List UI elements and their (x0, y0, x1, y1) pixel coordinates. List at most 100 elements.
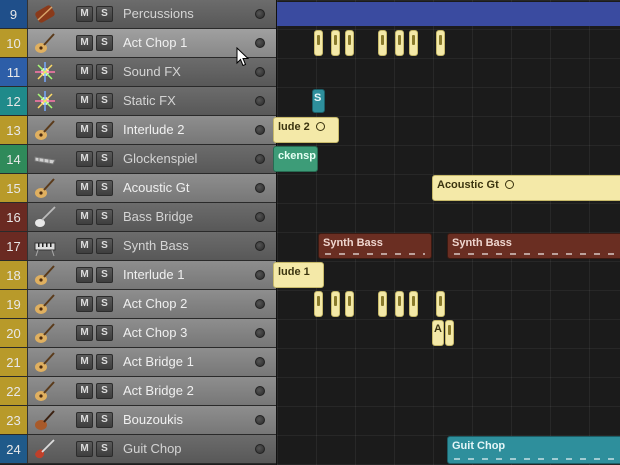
track-row[interactable]: 21 M S Act Bridge 1 (0, 348, 276, 377)
region-static-fx[interactable]: S (312, 89, 325, 113)
mute-button[interactable]: M (76, 383, 93, 399)
track-name[interactable]: Interlude 2 (123, 116, 184, 144)
region-percussions[interactable] (277, 2, 620, 26)
mute-button[interactable]: M (76, 93, 93, 109)
solo-button[interactable]: S (96, 441, 113, 457)
solo-button[interactable]: S (96, 151, 113, 167)
solo-button[interactable]: S (96, 325, 113, 341)
region-guit-chop[interactable]: Guit Chop (447, 436, 620, 464)
chop2-region[interactable] (395, 291, 404, 317)
track-row[interactable]: 20 M S Act Chop 3 (0, 319, 276, 348)
mute-button[interactable]: M (76, 325, 93, 341)
mute-button[interactable]: M (76, 354, 93, 370)
mute-button[interactable]: M (76, 209, 93, 225)
record-enable-button[interactable] (255, 154, 265, 164)
mute-button[interactable]: M (76, 64, 93, 80)
record-enable-button[interactable] (255, 270, 265, 280)
solo-button[interactable]: S (96, 267, 113, 283)
record-enable-button[interactable] (255, 241, 265, 251)
mute-button[interactable]: M (76, 6, 93, 22)
chop1-region[interactable] (314, 30, 323, 56)
record-enable-button[interactable] (255, 328, 265, 338)
chop1-region[interactable] (409, 30, 418, 56)
solo-button[interactable]: S (96, 6, 113, 22)
record-enable-button[interactable] (255, 38, 265, 48)
chop2-region[interactable] (378, 291, 387, 317)
record-enable-button[interactable] (255, 9, 265, 19)
chop1-region[interactable] (436, 30, 445, 56)
chop1-region[interactable] (331, 30, 340, 56)
track-name[interactable]: Act Chop 3 (123, 319, 187, 347)
chop1-region[interactable] (378, 30, 387, 56)
record-enable-button[interactable] (255, 386, 265, 396)
region-act-chop-3-a[interactable]: A (432, 320, 444, 346)
track-row[interactable]: 12 M S Static FX (0, 87, 276, 116)
mute-button[interactable]: M (76, 441, 93, 457)
record-enable-button[interactable] (255, 444, 265, 454)
track-name[interactable]: Glockenspiel (123, 145, 197, 173)
mute-button[interactable]: M (76, 122, 93, 138)
solo-button[interactable]: S (96, 64, 113, 80)
track-name[interactable]: Sound FX (123, 58, 181, 86)
chop2-region[interactable] (409, 291, 418, 317)
solo-button[interactable]: S (96, 180, 113, 196)
record-enable-button[interactable] (255, 415, 265, 425)
record-enable-button[interactable] (255, 212, 265, 222)
solo-button[interactable]: S (96, 238, 113, 254)
track-row[interactable]: 22 M S Act Bridge 2 (0, 377, 276, 406)
track-row[interactable]: 17 M S Synth Bass (0, 232, 276, 261)
track-name[interactable]: Synth Bass (123, 232, 189, 260)
solo-button[interactable]: S (96, 35, 113, 51)
track-name[interactable]: Static FX (123, 87, 176, 115)
track-row[interactable]: 15 M S Acoustic Gt (0, 174, 276, 203)
region-interlude-2[interactable]: lude 2 (273, 117, 339, 143)
track-name[interactable]: Act Bridge 1 (123, 348, 194, 376)
solo-button[interactable]: S (96, 354, 113, 370)
region-interlude-1[interactable]: lude 1 (273, 262, 324, 288)
track-name[interactable]: Interlude 1 (123, 261, 184, 289)
record-enable-button[interactable] (255, 125, 265, 135)
solo-button[interactable]: S (96, 383, 113, 399)
track-row[interactable]: 24 M S Guit Chop (0, 435, 276, 464)
track-row[interactable]: 16 M S Bass Bridge (0, 203, 276, 232)
region-glockenspiel[interactable]: ckensp (273, 146, 318, 172)
mute-button[interactable]: M (76, 296, 93, 312)
mute-button[interactable]: M (76, 412, 93, 428)
chop2-region[interactable] (331, 291, 340, 317)
chop2-region[interactable] (314, 291, 323, 317)
region-acoustic-gt[interactable]: Acoustic Gt (432, 175, 620, 201)
track-row[interactable]: 14 M S Glockenspiel (0, 145, 276, 174)
solo-button[interactable]: S (96, 296, 113, 312)
region-synth-bass-2[interactable]: Synth Bass (447, 233, 620, 259)
chop1-region[interactable] (345, 30, 354, 56)
solo-button[interactable]: S (96, 93, 113, 109)
region-synth-bass-1[interactable]: Synth Bass (318, 233, 432, 259)
track-name[interactable]: Bouzoukis (123, 406, 183, 434)
arrange-area[interactable]: S lude 2 ckensp Acoustic Gt Synth Bass S… (273, 0, 620, 465)
track-name[interactable]: Act Chop 1 (123, 29, 187, 57)
track-row[interactable]: 10 M S Act Chop 1 (0, 29, 276, 58)
track-row[interactable]: 13 M S Interlude 2 (0, 116, 276, 145)
chop2-region[interactable] (436, 291, 445, 317)
mute-button[interactable]: M (76, 151, 93, 167)
track-name[interactable]: Bass Bridge (123, 203, 193, 231)
record-enable-button[interactable] (255, 67, 265, 77)
chop1-region[interactable] (395, 30, 404, 56)
track-row[interactable]: 9 M S Percussions (0, 0, 276, 29)
region-act-chop-3-b[interactable] (445, 320, 454, 346)
solo-button[interactable]: S (96, 122, 113, 138)
mute-button[interactable]: M (76, 238, 93, 254)
mute-button[interactable]: M (76, 180, 93, 196)
mute-button[interactable]: M (76, 35, 93, 51)
track-name[interactable]: Guit Chop (123, 435, 182, 463)
track-row[interactable]: 11 M S Sound FX (0, 58, 276, 87)
solo-button[interactable]: S (96, 412, 113, 428)
track-row[interactable]: 19 M S Act Chop 2 (0, 290, 276, 319)
track-name[interactable]: Act Bridge 2 (123, 377, 194, 405)
record-enable-button[interactable] (255, 357, 265, 367)
track-row[interactable]: 18 M S Interlude 1 (0, 261, 276, 290)
track-name[interactable]: Percussions (123, 0, 194, 28)
track-name[interactable]: Acoustic Gt (123, 174, 189, 202)
mute-button[interactable]: M (76, 267, 93, 283)
record-enable-button[interactable] (255, 96, 265, 106)
